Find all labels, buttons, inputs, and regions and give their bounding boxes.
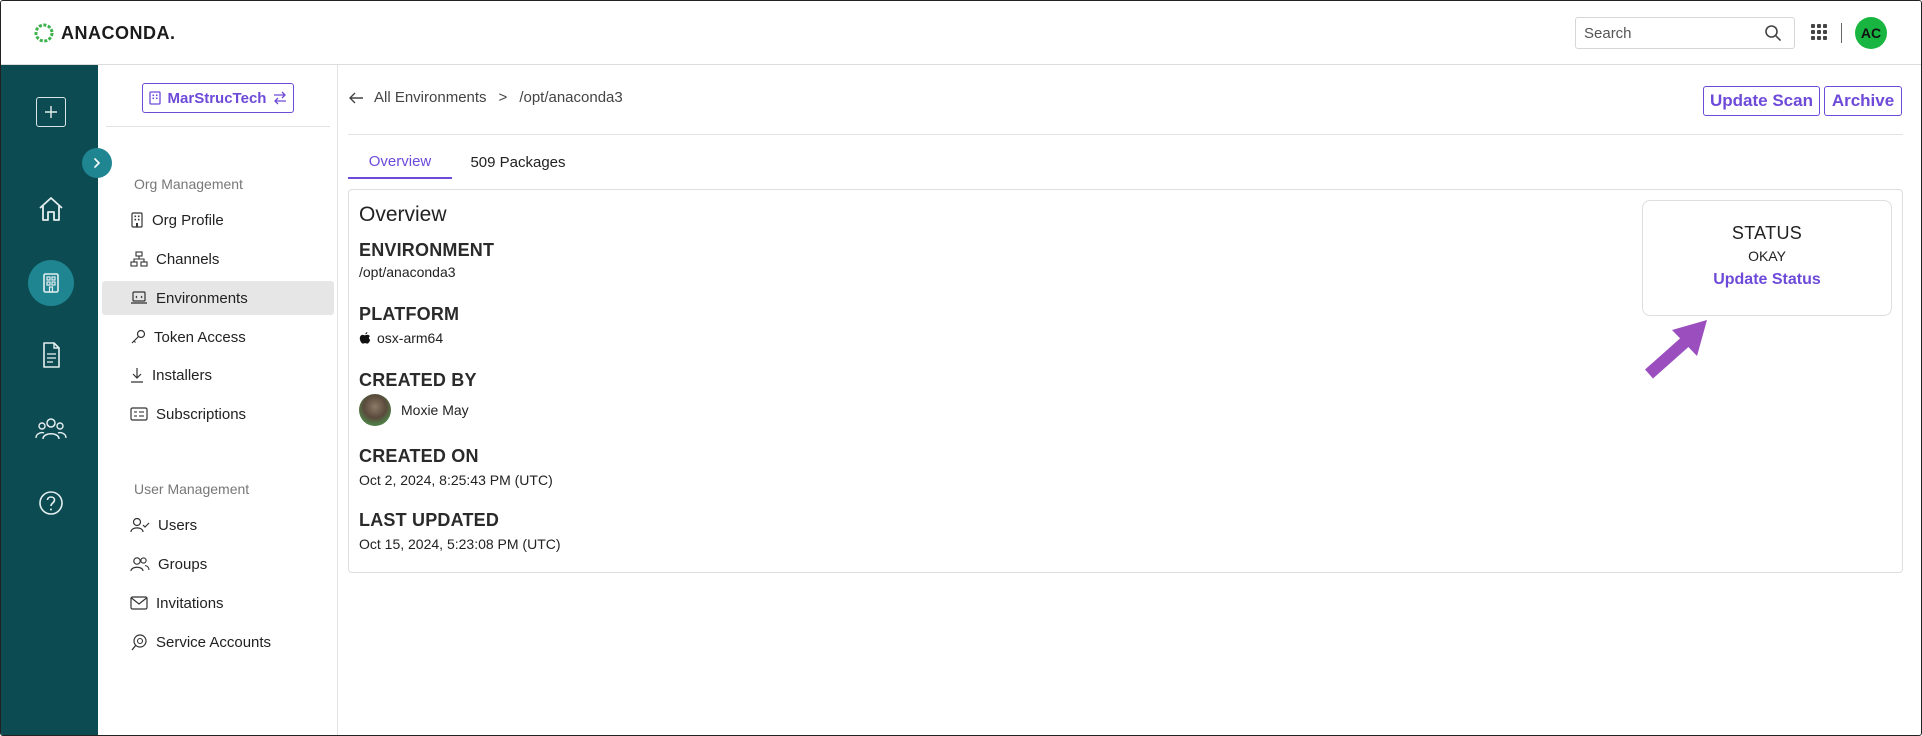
sidebar-item-subscriptions[interactable]: Subscriptions [102,397,334,431]
tab-overview[interactable]: Overview [348,145,452,179]
tab-packages[interactable]: 509 Packages [458,145,578,179]
created-on-value: Oct 2, 2024, 8:25:43 PM (UTC) [359,472,553,488]
sidebar-item-invitations[interactable]: Invitations [102,586,334,620]
building-icon [43,273,59,293]
anaconda-ring-icon [34,23,54,43]
sidebar-expand-button[interactable] [82,148,112,178]
sidebar-divider [106,126,330,127]
help-icon [39,491,63,515]
breadcrumb-separator: > [498,89,508,106]
rail-people-button[interactable] [31,409,71,449]
header-divider [348,134,1903,135]
creator-name: Moxie May [401,402,469,418]
overview-title: Overview [359,203,447,226]
building-icon [148,91,161,105]
sidebar-item-installers[interactable]: Installers [102,358,334,392]
user-avatar[interactable]: AC [1855,17,1887,49]
org-switcher-button[interactable]: MarStrucTech [142,83,294,113]
platform-name: osx-arm64 [377,330,444,346]
search-input[interactable] [1584,24,1764,42]
last-updated-label: LAST UPDATED [359,510,500,530]
sidebar-item-org-profile[interactable]: Org Profile [102,203,334,237]
swap-arrows-icon [274,91,287,105]
channels-icon [130,251,148,267]
plus-icon [45,106,57,118]
sidebar-item-label: Invitations [156,594,224,612]
update-scan-button[interactable]: Update Scan [1703,86,1820,116]
rail-docs-button[interactable] [31,335,71,375]
creator-avatar [359,394,391,426]
avatar-initials: AC [1860,25,1882,41]
home-icon [39,197,63,221]
org-name: MarStrucTech [167,89,267,107]
building-icon [131,212,143,228]
archive-button[interactable]: Archive [1824,86,1902,116]
sidebar-item-label: Groups [158,555,208,573]
chevron-right-icon [94,158,101,168]
rail-help-button[interactable] [31,483,71,523]
platform-value: osx-arm64 [359,330,443,346]
group-icon [130,557,150,572]
last-updated-date: Oct 15, 2024, 5:23:08 PM (UTC) [359,536,561,552]
laptop-icon [131,291,147,304]
breadcrumb: All Environments > /opt/anaconda3 [348,89,623,106]
key-icon [131,329,146,344]
back-arrow-icon[interactable] [348,91,364,105]
created-on-date: Oct 2, 2024, 8:25:43 PM (UTC) [359,472,553,488]
sidebar-item-groups[interactable]: Groups [102,547,334,581]
last-updated-value: Oct 15, 2024, 5:23:08 PM (UTC) [359,536,561,552]
status-card: STATUS OKAY Update Status [1642,200,1892,316]
org-sidebar: MarStrucTech Org Management Org Profile [98,65,338,735]
people-icon [35,418,67,440]
sidebar-item-label: Installers [152,366,213,384]
header-divider [1841,23,1842,43]
sidebar-item-channels[interactable]: Channels [102,242,334,276]
main-content: All Environments > /opt/anaconda3 Update… [348,65,1903,735]
update-status-link[interactable]: Update Status [1643,271,1891,289]
card-icon [130,407,148,421]
search-icon[interactable] [1764,24,1782,42]
sidebar-item-label: Token Access [154,328,246,346]
download-icon [131,368,143,383]
app-window: ANACONDA. AC [0,0,1922,736]
user-management-heading: User Management [134,481,250,497]
sidebar-item-label: Service Accounts [156,633,272,651]
platform-label: PLATFORM [359,304,460,324]
sidebar-item-label: Environments [156,289,248,307]
sidebar-item-token-access[interactable]: Token Access [102,320,334,354]
environment-path: /opt/anaconda3 [359,264,456,280]
top-header: ANACONDA. AC [1,1,1921,65]
created-by-label: CREATED BY [359,370,477,390]
user-check-icon [130,517,150,533]
search-box[interactable] [1575,17,1795,49]
annotation-arrow-icon [1645,320,1707,379]
sidebar-item-label: Org Profile [152,211,224,229]
apps-grid-icon[interactable] [1811,24,1827,40]
status-badge: OKAY [1748,248,1786,264]
rail-add-button[interactable] [36,97,66,127]
breadcrumb-current: /opt/anaconda3 [519,89,623,106]
apple-icon [359,332,371,344]
environment-value: /opt/anaconda3 [359,264,456,280]
document-icon [43,342,60,368]
sidebar-item-environments[interactable]: Environments [102,281,334,315]
status-title: STATUS [1731,223,1803,243]
sidebar-item-users[interactable]: Users [102,508,334,542]
environment-label: ENVIRONMENT [359,240,495,260]
brand-name: ANACONDA. [61,22,176,43]
envelope-icon [130,596,148,610]
sidebar-item-service-accounts[interactable]: Service Accounts [102,625,334,659]
created-on-label: CREATED ON [359,446,479,466]
service-icon [131,634,147,651]
breadcrumb-parent-link[interactable]: All Environments [374,89,487,106]
org-management-heading: Org Management [134,176,243,192]
sidebar-item-label: Subscriptions [156,405,247,423]
brand-logo[interactable]: ANACONDA. [33,22,176,44]
rail-org-button[interactable] [28,260,74,306]
sidebar-item-label: Channels [156,250,220,268]
sidebar-item-label: Users [158,516,198,534]
created-by-value: Moxie May [359,394,469,426]
overview-card: Overview ENVIRONMENT /opt/anaconda3 PLAT… [348,189,1903,573]
rail-home-button[interactable] [31,189,71,229]
